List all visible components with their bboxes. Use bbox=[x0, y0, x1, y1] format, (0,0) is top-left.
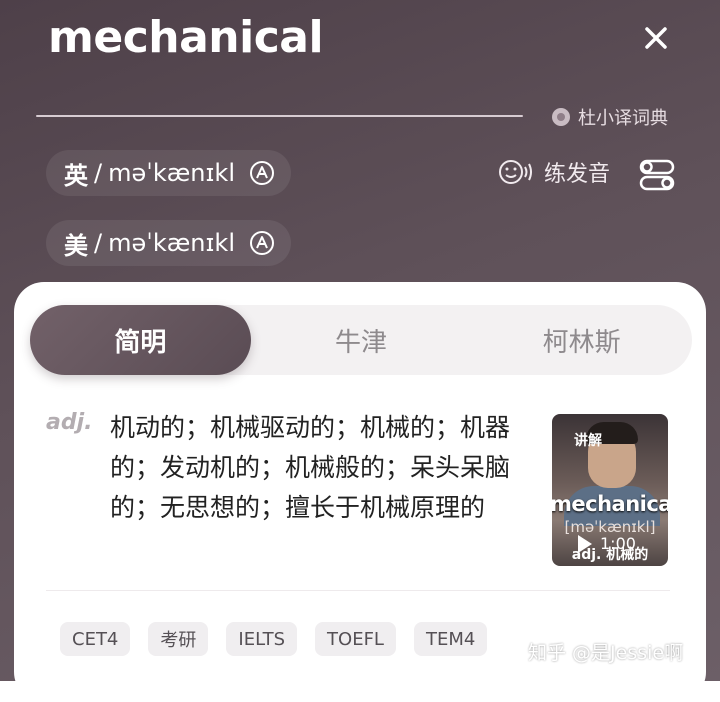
speaking-face-icon bbox=[499, 160, 532, 184]
pronunciation-separator: / bbox=[94, 229, 103, 257]
exam-tags: CET4 考研 IELTS TOEFL TEM4 bbox=[60, 622, 505, 656]
practice-pronunciation-button[interactable]: 练发音 bbox=[498, 156, 610, 188]
practice-label: 练发音 bbox=[544, 162, 611, 187]
pronunciation-lang: 英 bbox=[64, 161, 88, 190]
exam-tag[interactable]: IELTS bbox=[226, 622, 298, 656]
headword: mechanical bbox=[48, 12, 324, 63]
tab-concise[interactable]: 简明 bbox=[30, 305, 251, 375]
video-word: mechanical bbox=[552, 492, 668, 516]
dictionary-brand: 杜小译词典 bbox=[552, 104, 668, 130]
tab-collins[interactable]: 柯林斯 bbox=[471, 305, 692, 375]
video-thumbnail[interactable]: 讲解 mechanical [məˈkænɪkl] adj. 机械的 1:00 bbox=[552, 414, 668, 566]
play-icon[interactable] bbox=[578, 535, 592, 553]
audio-play-icon[interactable] bbox=[249, 230, 275, 256]
brand-logo-icon bbox=[552, 108, 570, 126]
tab-oxford[interactable]: 牛津 bbox=[251, 305, 472, 375]
watermark: 知乎 @是Jessie啊 bbox=[528, 642, 684, 664]
tags-divider bbox=[46, 590, 670, 591]
exam-tag[interactable]: TEM4 bbox=[413, 622, 488, 656]
audio-play-icon[interactable] bbox=[249, 160, 275, 186]
exam-tag[interactable]: TOEFL bbox=[315, 622, 396, 656]
pronunciation-ipa: məˈkænɪkl bbox=[108, 159, 235, 187]
pronunciation-uk[interactable]: 英 / məˈkænɪkl bbox=[46, 150, 291, 196]
close-icon[interactable] bbox=[636, 18, 676, 58]
exam-tag[interactable]: CET4 bbox=[60, 622, 131, 656]
brand-name: 杜小译词典 bbox=[578, 108, 668, 129]
video-label: 讲解 bbox=[574, 433, 602, 449]
pronunciation-separator: / bbox=[94, 159, 103, 187]
pronunciation-us[interactable]: 美 / məˈkænɪkl bbox=[46, 220, 291, 266]
exam-tag[interactable]: 考研 bbox=[148, 622, 209, 656]
pronunciation-ipa: məˈkænɪkl bbox=[108, 229, 235, 257]
settings-toggle-icon[interactable] bbox=[638, 156, 676, 194]
part-of-speech: adj. bbox=[46, 410, 93, 435]
header-divider bbox=[36, 115, 523, 117]
dictionary-tabs: 简明 牛津 柯林斯 bbox=[30, 305, 692, 375]
pronunciation-lang: 美 bbox=[64, 231, 88, 260]
video-duration: 1:00 bbox=[600, 534, 636, 553]
definition-text: 机动的；机械驱动的；机械的；机器的；发动机的；机械般的；呆头呆脑的；无思想的；擅… bbox=[110, 413, 511, 522]
